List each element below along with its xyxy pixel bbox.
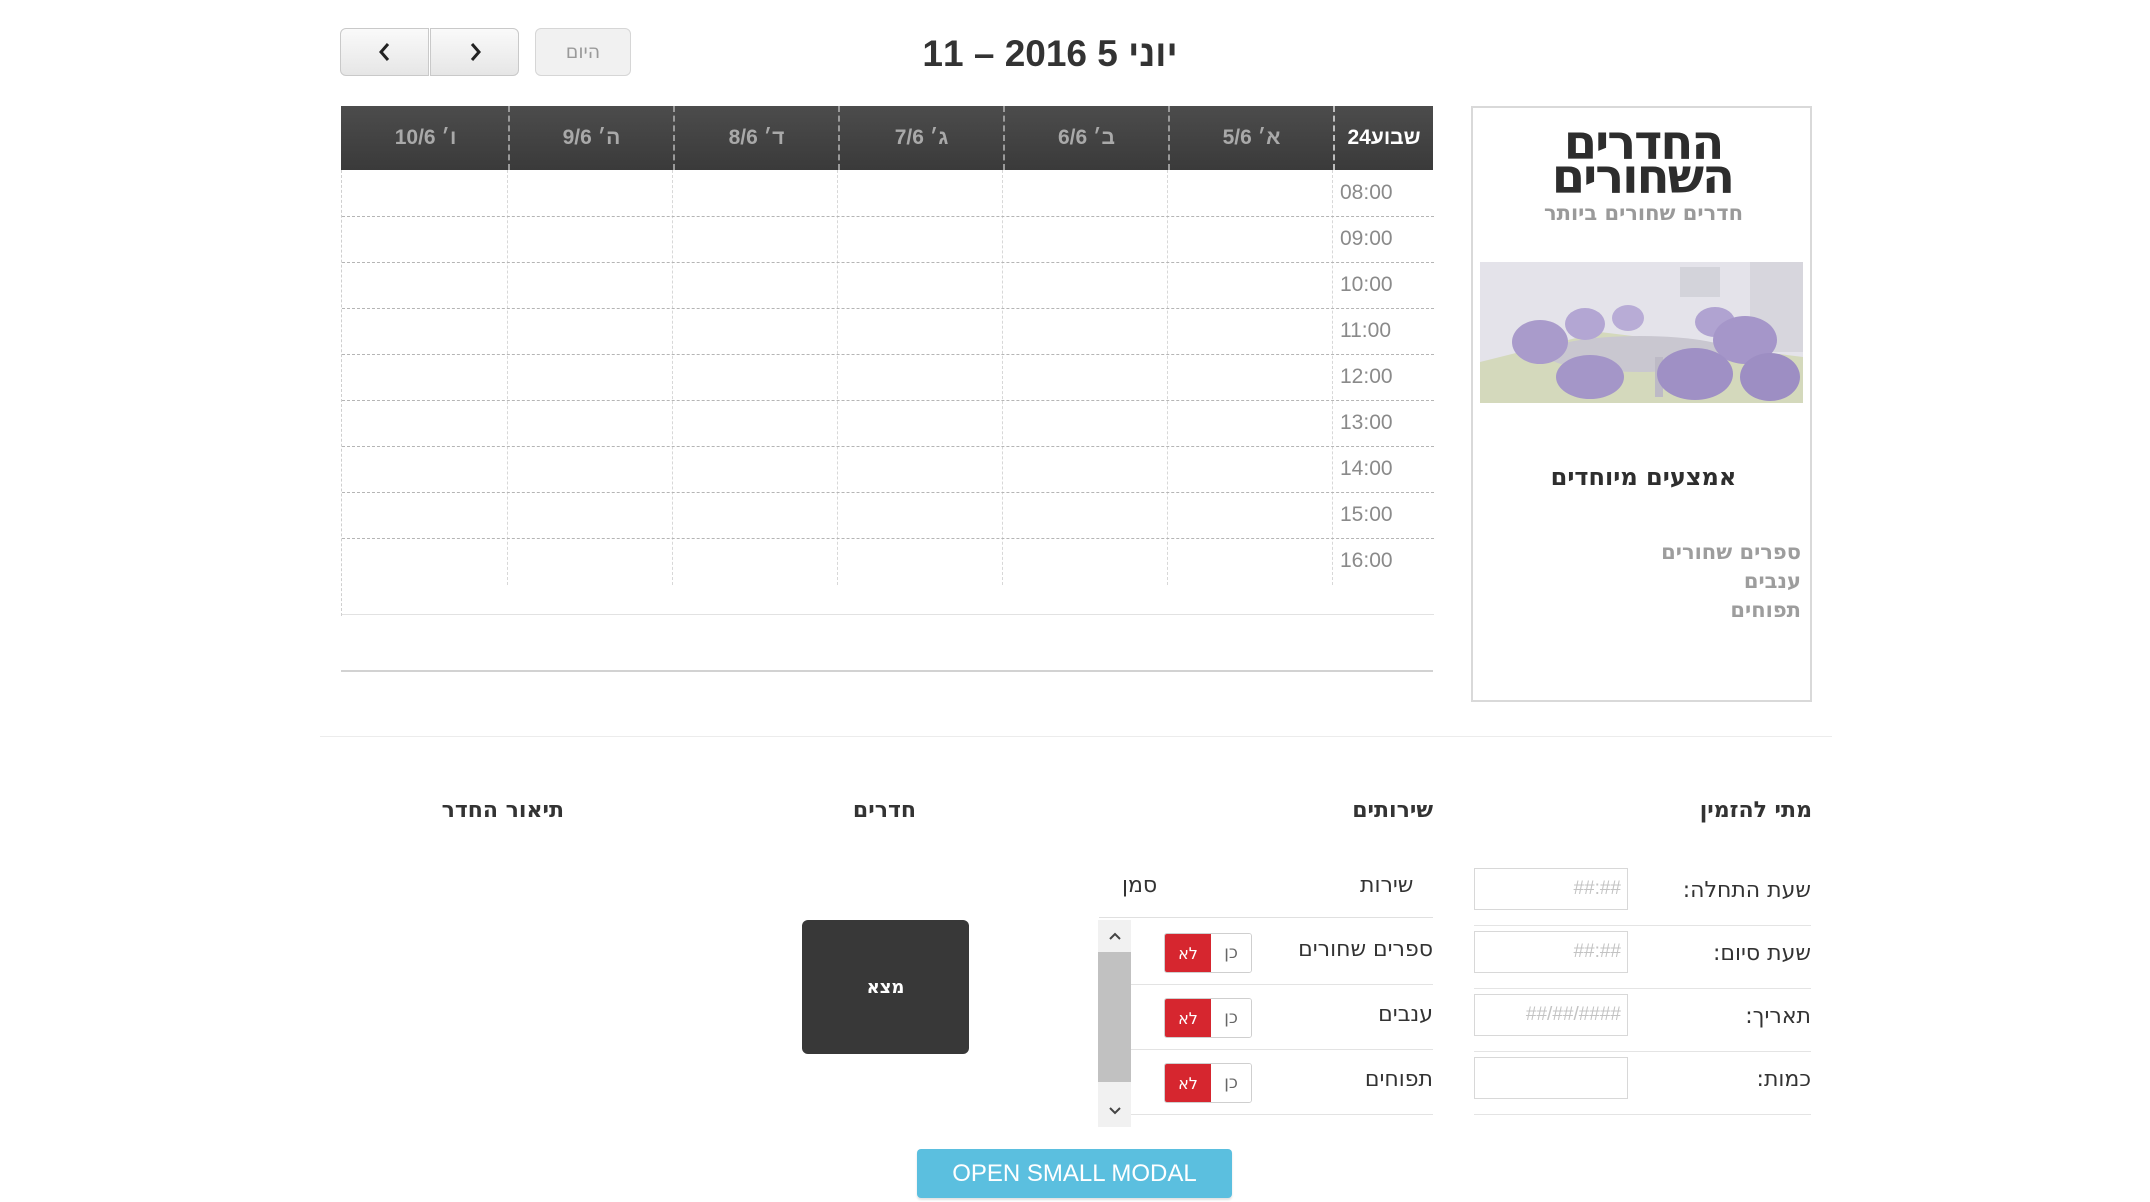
grid-line: [342, 216, 1434, 217]
day-header[interactable]: א׳ 5/6: [1168, 106, 1333, 170]
toggle-no-option[interactable]: לא: [1165, 1064, 1211, 1102]
grid-line: [342, 492, 1434, 493]
chevron-right-icon: [470, 43, 481, 61]
service-row: ענבים לא כן: [1131, 985, 1433, 1050]
section-title-services: שירותים: [1352, 798, 1433, 823]
grid-line: [342, 262, 1434, 263]
previous-week-button[interactable]: [340, 28, 429, 76]
date-label: תאריך:: [1745, 1004, 1811, 1029]
section-title-room-description: תיאור החדר: [441, 798, 564, 823]
service-row: ספרים שחורים לא כן: [1131, 920, 1433, 985]
room-card: החדרים השחורים חדרים שחורים ביותר אמצעים…: [1471, 106, 1812, 702]
time-label: 08:00: [1340, 181, 1393, 204]
grid-line: [342, 354, 1434, 355]
toggle-no-option[interactable]: לא: [1165, 999, 1211, 1037]
room-photo: [1480, 262, 1803, 403]
service-row: תפוחים לא כן: [1131, 1050, 1433, 1115]
calendar-grid[interactable]: 08:00 09:00 10:00 11:00 12:00 13:00 14:0…: [341, 170, 1434, 616]
section-title-when: מתי להזמין: [1699, 798, 1812, 823]
toggle-yes-option[interactable]: כן: [1211, 934, 1251, 972]
grid-line: [837, 170, 838, 585]
time-label: 16:00: [1340, 549, 1393, 572]
services-scrollbar[interactable]: [1098, 920, 1131, 1127]
toggle-yes-option[interactable]: כן: [1211, 1064, 1251, 1102]
grid-line: [507, 170, 508, 585]
divider: [1099, 917, 1433, 918]
grid-line: [672, 170, 673, 585]
time-label: 13:00: [1340, 411, 1393, 434]
time-label: 15:00: [1340, 503, 1393, 526]
grid-line: [342, 446, 1434, 447]
date-input[interactable]: [1474, 994, 1628, 1036]
form-row-quantity: כמות:: [1474, 1051, 1811, 1115]
logo-line: השחורים: [1551, 149, 1735, 205]
week-calendar: שבוע24 א׳ 5/6 ב׳ 6/6 ג׳ 7/6 ד׳ 8/6 ה׳ 9/…: [341, 106, 1434, 616]
service-toggle[interactable]: לא כן: [1164, 933, 1252, 973]
divider: [341, 670, 1433, 672]
services-column-mark: סמן: [1122, 873, 1158, 898]
time-label: 10:00: [1340, 273, 1393, 296]
find-room-button[interactable]: מצא: [802, 920, 969, 1054]
grid-line: [1002, 170, 1003, 585]
chevron-up-icon: [1108, 932, 1121, 940]
grid-line: [1332, 170, 1333, 585]
form-row-date: תאריך:: [1474, 988, 1811, 1052]
day-header[interactable]: ד׳ 8/6: [673, 106, 838, 170]
form-row-start-time: שעת התחלה:: [1474, 862, 1811, 926]
day-header[interactable]: ו׳ 10/6: [343, 106, 508, 170]
time-label: 14:00: [1340, 457, 1393, 480]
quantity-label: כמות:: [1756, 1067, 1811, 1092]
toggle-yes-option[interactable]: כן: [1211, 999, 1251, 1037]
scroll-up-arrow[interactable]: [1098, 922, 1131, 950]
time-label: 09:00: [1340, 227, 1393, 250]
divider: [320, 736, 1832, 737]
time-label: 12:00: [1340, 365, 1393, 388]
start-time-input[interactable]: [1474, 868, 1628, 910]
feature-item: ספרים שחורים: [1661, 540, 1801, 564]
next-week-button[interactable]: [430, 28, 519, 76]
features-title: אמצעים מיוחדים: [1550, 463, 1737, 491]
end-time-input[interactable]: [1474, 931, 1628, 973]
time-label: 11:00: [1340, 319, 1391, 342]
feature-item: ענבים: [1743, 569, 1801, 593]
grid-line: [342, 538, 1434, 539]
service-toggle[interactable]: לא כן: [1164, 998, 1252, 1038]
start-time-label: שעת התחלה:: [1682, 878, 1811, 903]
day-header[interactable]: ה׳ 9/6: [508, 106, 673, 170]
scrollbar-thumb[interactable]: [1098, 952, 1131, 1082]
service-label: ענבים: [1378, 1002, 1433, 1027]
service-toggle[interactable]: לא כן: [1164, 1063, 1252, 1103]
chevron-left-icon: [378, 43, 389, 61]
toggle-no-option[interactable]: לא: [1165, 934, 1211, 972]
grid-line: [1167, 170, 1168, 585]
quantity-input[interactable]: [1474, 1057, 1628, 1099]
day-header[interactable]: ב׳ 6/6: [1003, 106, 1168, 170]
section-title-rooms: חדרים: [852, 798, 916, 823]
week-number: שבוע24: [1333, 106, 1433, 170]
calendar-title: יוני 5 2016 – 11: [922, 33, 1178, 74]
grid-line: [342, 400, 1434, 401]
services-column-service: שירות: [1360, 873, 1414, 898]
feature-item: תפוחים: [1730, 598, 1801, 622]
brand-logo: החדרים השחורים: [1551, 119, 1735, 205]
tagline: חדרים שחורים ביותר: [1543, 201, 1744, 225]
open-small-modal-button[interactable]: OPEN SMALL MODAL: [917, 1149, 1232, 1198]
calendar-header: שבוע24 א׳ 5/6 ב׳ 6/6 ג׳ 7/6 ד׳ 8/6 ה׳ 9/…: [341, 106, 1433, 170]
day-header[interactable]: ג׳ 7/6: [838, 106, 1003, 170]
service-label: תפוחים: [1364, 1067, 1433, 1092]
form-row-end-time: שעת סיום:: [1474, 925, 1811, 989]
today-button[interactable]: היום: [535, 28, 631, 76]
features-list: ספרים שחורים ענבים תפוחים: [1661, 538, 1801, 625]
grid-line: [342, 614, 1434, 615]
scroll-down-arrow[interactable]: [1098, 1097, 1131, 1125]
grid-line: [342, 308, 1434, 309]
end-time-label: שעת סיום:: [1712, 941, 1811, 966]
chevron-down-icon: [1108, 1107, 1121, 1115]
service-label: ספרים שחורים: [1298, 937, 1433, 962]
